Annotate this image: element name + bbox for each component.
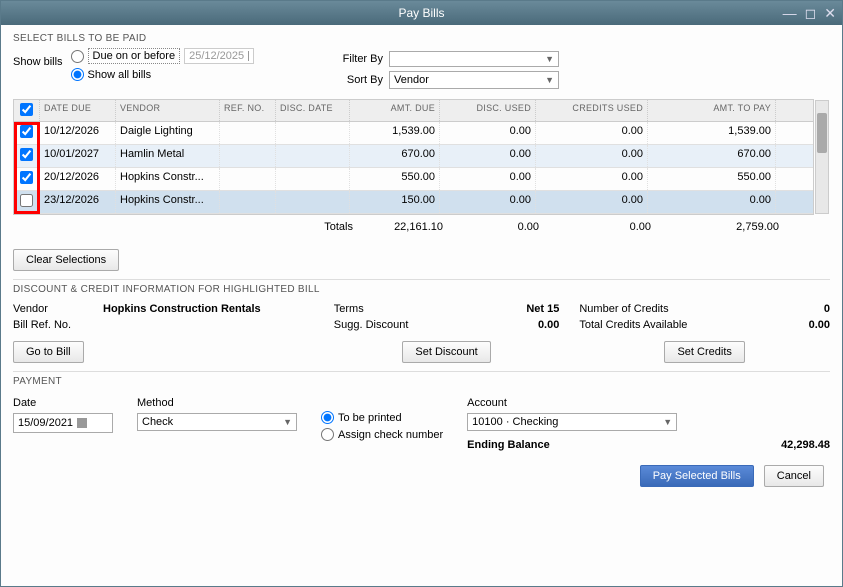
sort-by-dropdown[interactable]: Vendor▼ [389,71,559,89]
chevron-down-icon: ▼ [545,54,554,64]
minimize-icon[interactable]: — [783,5,797,22]
sort-by-label: Sort By [333,74,383,86]
titlebar: Pay Bills — ◻ ✕ [1,1,842,25]
go-to-bill-button[interactable]: Go to Bill [13,341,84,363]
row-checkbox[interactable] [20,125,33,138]
filter-by-dropdown[interactable]: ▼ [389,51,559,67]
discount-info-label: DISCOUNT & CREDIT INFORMATION FOR HIGHLI… [13,284,830,295]
account-dropdown[interactable]: 10100 · Checking▼ [467,413,677,431]
filter-by-label: Filter By [333,53,383,65]
vertical-scrollbar[interactable] [815,100,829,214]
set-discount-button[interactable]: Set Discount [402,341,490,363]
table-row[interactable]: 10/01/2027 Hamlin Metal 670.00 0.00 0.00… [14,145,813,168]
window-title: Pay Bills [398,6,444,20]
clear-selections-button[interactable]: Clear Selections [13,249,119,271]
method-dropdown[interactable]: Check▼ [137,413,297,431]
select-bills-label: SELECT BILLS TO BE PAID [13,33,830,44]
close-icon[interactable]: ✕ [824,5,836,22]
to-be-printed-radio[interactable] [321,411,334,424]
ending-balance-value: 42,298.48 [781,439,830,451]
vendor-value: Hopkins Construction Rentals [103,303,261,315]
select-all-checkbox[interactable] [20,103,33,116]
row-checkbox[interactable] [20,171,33,184]
maximize-icon[interactable]: ◻ [805,5,817,22]
row-checkbox[interactable] [20,148,33,161]
calendar-icon [77,418,87,428]
pay-bills-window: Pay Bills — ◻ ✕ SELECT BILLS TO BE PAID … [0,0,843,587]
chevron-down-icon: ▼ [545,75,554,85]
set-credits-button[interactable]: Set Credits [664,341,744,363]
payment-label: PAYMENT [13,376,830,387]
table-row[interactable]: 23/12/2026 Hopkins Constr... 150.00 0.00… [14,191,813,214]
assign-check-radio[interactable] [321,428,334,441]
pay-selected-button[interactable]: Pay Selected Bills [640,465,754,487]
table-row[interactable]: 10/12/2026 Daigle Lighting 1,539.00 0.00… [14,122,813,145]
chevron-down-icon: ▼ [283,417,292,427]
payment-date-input[interactable]: 15/09/2021 [13,413,113,433]
row-checkbox[interactable] [20,194,33,207]
table-row[interactable]: 20/12/2026 Hopkins Constr... 550.00 0.00… [14,168,813,191]
bills-table: DATE DUE VENDOR REF. NO. DISC. DATE AMT.… [13,99,814,215]
totals-row: Totals 22,161.10 0.00 0.00 2,759.00 [13,215,830,239]
chevron-down-icon: ▼ [663,417,672,427]
table-body: 10/12/2026 Daigle Lighting 1,539.00 0.00… [14,122,813,214]
table-header: DATE DUE VENDOR REF. NO. DISC. DATE AMT.… [14,100,813,122]
cancel-button[interactable]: Cancel [764,465,824,487]
